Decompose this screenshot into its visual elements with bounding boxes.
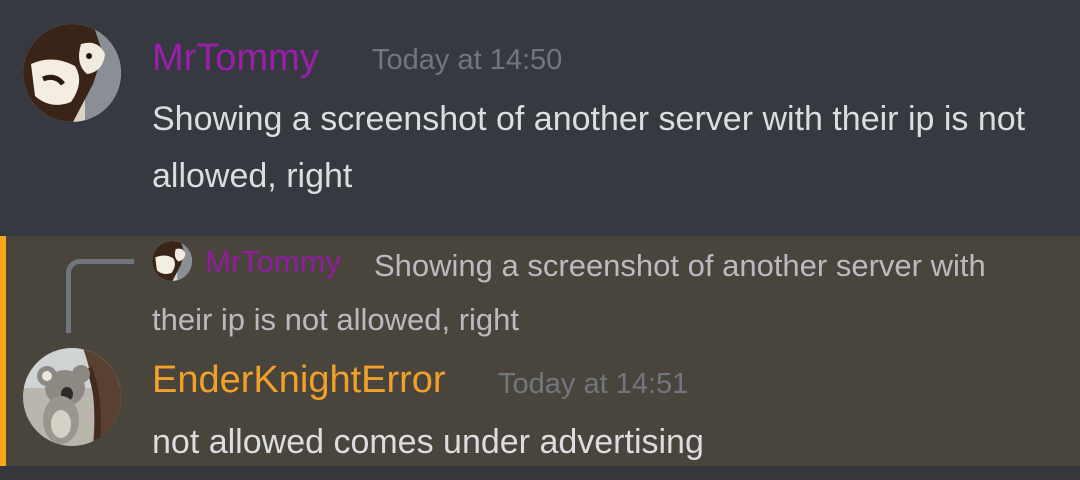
message-enderknighterror[interactable]: MrTommy Showing a screenshot of another … <box>0 236 1080 466</box>
timestamp: Today at 14:51 <box>498 368 689 400</box>
bottom-divider <box>0 466 1080 480</box>
message-content: Showing a screenshot of another server w… <box>152 100 1026 195</box>
message-content: not allowed comes under advertising <box>152 423 704 461</box>
username[interactable]: EnderKnightError <box>152 360 446 400</box>
chat-messages: MrTommy Today at 14:50 Showing a screens… <box>0 0 1080 480</box>
reply-preview-text[interactable]: Showing a screenshot of another server w… <box>152 239 1052 347</box>
reply-connector-icon <box>66 259 134 333</box>
koala-avatar[interactable] <box>23 348 121 446</box>
username[interactable]: MrTommy <box>152 38 319 78</box>
timestamp: Today at 14:50 <box>372 44 563 76</box>
mention-highlight-bar <box>0 236 6 466</box>
cat-avatar[interactable] <box>23 24 121 122</box>
message-mrtommy[interactable]: MrTommy Today at 14:50 Showing a screens… <box>0 0 1080 236</box>
